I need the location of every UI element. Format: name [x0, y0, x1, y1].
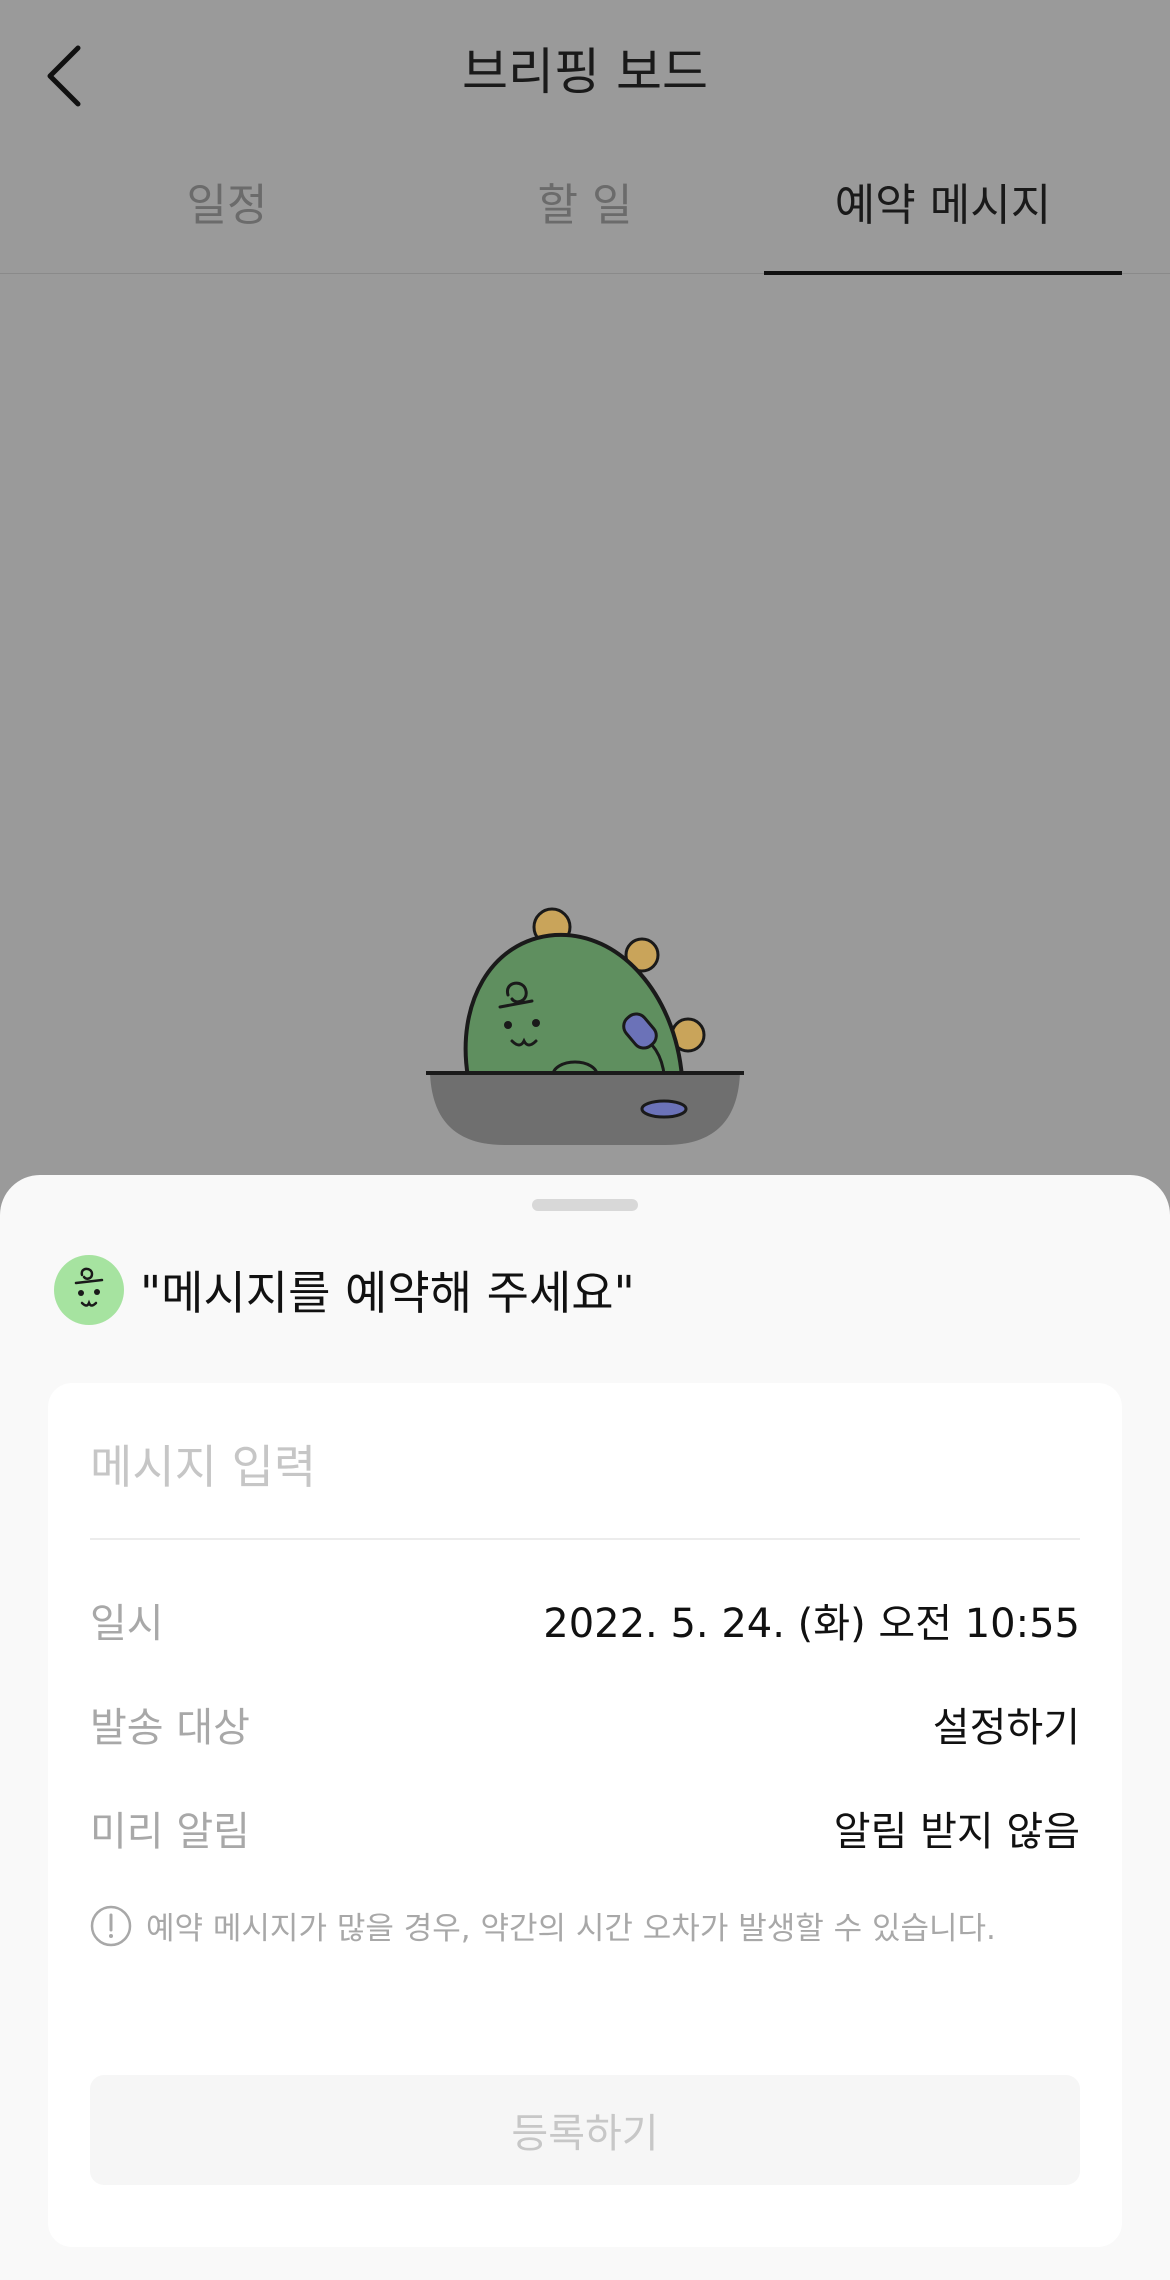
bottom-sheet: "메시지를 예약해 주세요" 일시 2022. 5. 24. (화) 오전 10…	[0, 1175, 1170, 2280]
dinosaur-mascot-illustration	[426, 907, 744, 1145]
screen: 브리핑 보드 일정 할 일 예약 메시지 "메시지를 예약해 주세요" 메시지 …	[0, 0, 1170, 2280]
divider	[90, 1538, 1080, 1540]
info-icon	[90, 1905, 132, 1946]
tab-schedule[interactable]: 일정	[48, 170, 406, 274]
datetime-row[interactable]: 일시 2022. 5. 24. (화) 오전 10:55	[90, 1585, 1080, 1655]
notice-text: 예약 메시지가 많을 경우, 약간의 시간 오차가 발생할 수 있습니다.	[146, 1911, 996, 1947]
recipient-row[interactable]: 발송 대상 설정하기	[90, 1689, 1080, 1759]
header: 브리핑 보드	[0, 0, 1170, 140]
reminder-value[interactable]: 알림 받지 않음	[834, 1799, 1080, 1857]
prompt-row: "메시지를 예약해 주세요"	[54, 1255, 635, 1325]
recipient-value[interactable]: 설정하기	[933, 1695, 1080, 1753]
tab-bar: 일정 할 일 예약 메시지	[0, 150, 1170, 275]
notice: 예약 메시지가 많을 경우, 약간의 시간 오차가 발생할 수 있습니다.	[90, 1903, 996, 1948]
datetime-value[interactable]: 2022. 5. 24. (화) 오전 10:55	[543, 1591, 1080, 1649]
message-input[interactable]	[90, 1423, 1080, 1511]
mascot-avatar-icon	[54, 1255, 124, 1325]
prompt-text: "메시지를 예약해 주세요"	[140, 1266, 635, 1320]
tab-scheduled-message[interactable]: 예약 메시지	[764, 170, 1122, 275]
tab-todo[interactable]: 할 일	[406, 170, 764, 274]
reminder-row[interactable]: 미리 알림 알림 받지 않음	[90, 1793, 1080, 1863]
sheet-drag-handle[interactable]	[532, 1199, 638, 1211]
recipient-label: 발송 대상	[90, 1705, 250, 1751]
datetime-label: 일시	[90, 1601, 164, 1647]
reminder-label: 미리 알림	[90, 1809, 250, 1855]
register-button[interactable]: 등록하기	[90, 2075, 1080, 2185]
schedule-form-card: 일시 2022. 5. 24. (화) 오전 10:55 발송 대상 설정하기 …	[48, 1383, 1122, 2247]
page-title: 브리핑 보드	[462, 43, 708, 101]
